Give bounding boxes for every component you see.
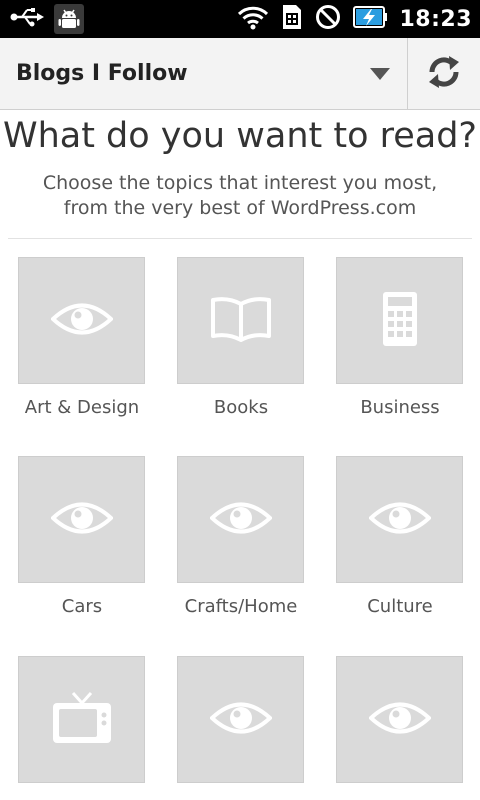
page-heading: What do you want to read? [2,116,478,156]
topic-label: Culture [367,596,433,617]
divider [8,238,472,239]
status-right: 18:23 [237,4,472,34]
topic-tile-books[interactable]: Books [177,257,304,418]
action-bar: Blogs I Follow [0,38,480,110]
book-icon [210,296,272,346]
blog-selector-title[interactable]: Blogs I Follow [16,38,188,110]
calculator-icon [382,291,418,351]
refresh-icon [425,53,463,95]
topic-image [336,456,463,583]
page-subtitle: Choose the topics that interest you most… [20,171,460,221]
topic-tile-tv[interactable] [18,656,145,796]
topic-image [18,656,145,783]
eye-icon [208,699,273,741]
topic-tile[interactable] [177,656,304,796]
topic-label: Books [213,397,269,418]
refresh-button[interactable] [408,38,480,110]
eye-icon [367,699,432,741]
no-signal-icon [315,4,341,34]
topic-image [336,257,463,384]
topic-label: Cars [61,596,103,617]
eye-icon [208,499,273,541]
topic-tile-business[interactable]: Business [336,257,463,418]
sim-icon [281,3,303,35]
eye-icon [49,499,114,541]
topic-label: Art & Design [24,397,140,418]
topic-tile-cars[interactable]: Cars [18,456,145,617]
usb-icon [10,7,44,31]
status-bar: 18:23 [0,0,480,38]
topic-tile[interactable] [336,656,463,796]
blog-selector-dropdown[interactable] [360,56,400,92]
status-time: 18:23 [399,6,472,32]
topic-tile-culture[interactable]: Culture [336,456,463,617]
tv-icon [51,691,113,749]
topic-label: Business [360,397,440,418]
topic-image [177,656,304,783]
topic-image [18,257,145,384]
subtitle-line-1: Choose the topics that interest you most… [42,172,438,194]
status-left [10,4,84,34]
topic-image [336,656,463,783]
battery-charging-icon [353,4,388,34]
eye-icon [49,300,114,342]
topic-label: Crafts/Home [184,596,298,617]
subtitle-line-2: from the very best of WordPress.com [63,197,417,219]
eye-icon [367,499,432,541]
android-debug-icon [54,4,84,34]
topic-image [177,257,304,384]
wifi-icon [237,4,269,34]
triangle-down-icon [370,65,390,84]
topic-image [18,456,145,583]
topic-image [177,456,304,583]
topic-tile-crafts-home[interactable]: Crafts/Home [177,456,304,617]
topic-tile-art-design[interactable]: Art & Design [18,257,145,418]
